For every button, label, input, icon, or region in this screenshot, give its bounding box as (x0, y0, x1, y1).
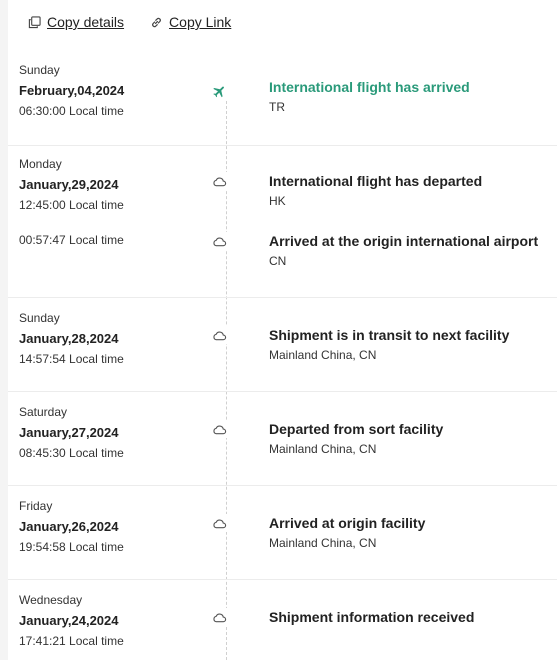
weekday: Sunday (19, 63, 60, 77)
plane-icon (210, 82, 228, 100)
time: 00:57:47 Local time (19, 233, 124, 247)
action-links: Copy details Copy Link (28, 14, 231, 30)
copy-details-label: Copy details (47, 14, 125, 30)
date: January,24,2024 (19, 613, 119, 628)
cloud-icon (210, 326, 228, 344)
status-text: Shipment is in transit to next facility (269, 327, 510, 343)
copy-details-button[interactable]: Copy details (28, 14, 124, 30)
location-text: Mainland China, CN (269, 442, 377, 456)
time: 06:30:00 Local time (19, 104, 124, 118)
weekday: Monday (19, 157, 62, 171)
weekday: Saturday (19, 405, 68, 419)
time: 12:45:00 Local time (19, 198, 124, 212)
copy-link-button[interactable]: Copy Link (150, 14, 231, 30)
status-text: Departed from sort facility (269, 421, 444, 437)
cloud-icon (210, 608, 228, 626)
date: January,28,2024 (19, 331, 119, 346)
cloud-icon (210, 232, 228, 250)
copy-icon (28, 15, 41, 28)
location-text: HK (269, 194, 286, 208)
left-gutter (0, 0, 8, 660)
link-icon (152, 17, 161, 27)
divider (8, 579, 557, 580)
status-text: Shipment information received (269, 609, 475, 625)
cloud-icon (210, 514, 228, 532)
time: 14:57:54 Local time (19, 352, 124, 366)
location-text: Mainland China, CN (269, 348, 377, 362)
status-text: Arrived at origin facility (269, 515, 426, 531)
time: 17:41:21 Local time (19, 634, 124, 648)
location-text: Mainland China, CN (269, 536, 377, 550)
date: February,04,2024 (19, 83, 125, 98)
location-text: CN (269, 254, 287, 268)
date: January,27,2024 (19, 425, 119, 440)
weekday: Wednesday (19, 593, 83, 607)
cloud-icon (210, 172, 228, 190)
date: January,29,2024 (19, 177, 119, 192)
status-text: Arrived at the origin international airp… (269, 233, 539, 249)
date: January,26,2024 (19, 519, 119, 534)
status-text: International flight has arrived (269, 79, 470, 95)
timeline-day-group (8, 52, 557, 146)
copy-link-label: Copy Link (169, 14, 232, 30)
weekday: Friday (19, 499, 53, 513)
time: 08:45:30 Local time (19, 446, 124, 460)
time: 19:54:58 Local time (19, 540, 124, 554)
cloud-icon (210, 420, 228, 438)
status-text: International flight has departed (269, 173, 483, 189)
weekday: Sunday (19, 311, 60, 325)
location-text: TR (269, 100, 285, 114)
timeline-day-group (8, 146, 557, 298)
